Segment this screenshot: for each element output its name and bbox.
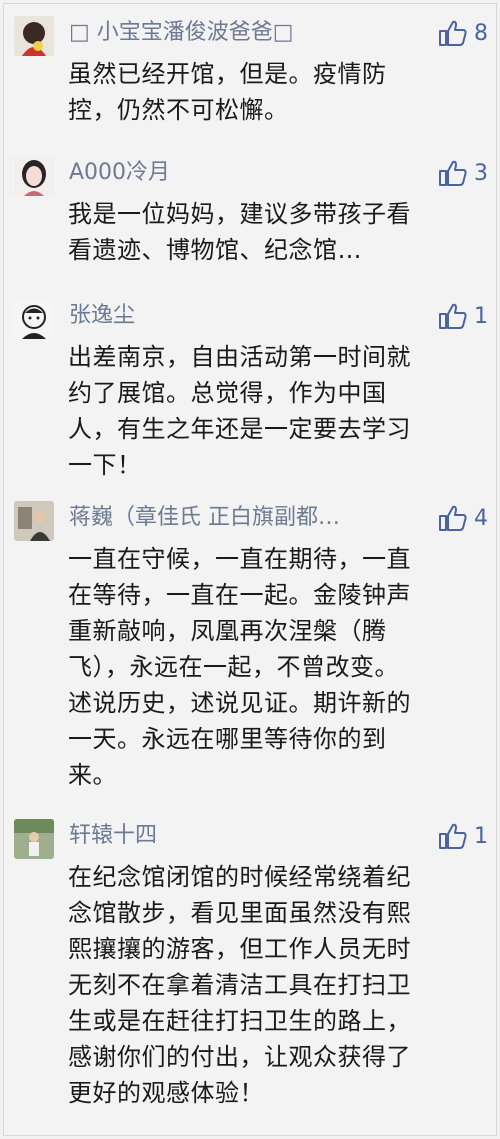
thumbs-up-icon (439, 20, 467, 46)
comment-line: 重新敲响，凤凰再次涅槃（腾 (68, 617, 387, 645)
comment-list: □ 小宝宝潘俊波爸爸□ 8 虽然已经开馆，但是。疫情防 控，仍然不可松懈。 A0… (3, 3, 497, 1136)
comment-text: 虽然已经开馆，但是。疫情防 控，仍然不可松懈。 (68, 56, 488, 128)
comment-line: 无刻不在拿着清洁工具在打扫卫 (68, 971, 411, 999)
avatar[interactable] (14, 819, 54, 859)
username[interactable]: □ 小宝宝潘俊波爸爸□ (69, 18, 409, 48)
comment-line: 感谢你们的付出，让观众获得了 (68, 1043, 411, 1071)
like-count: 3 (474, 160, 488, 186)
comment-line: 虽然已经开馆，但是。疫情防 (68, 60, 387, 88)
comment-line: 约了展馆。总觉得，作为中国 (68, 379, 387, 407)
thumbs-up-icon (439, 160, 467, 186)
like-button[interactable]: 4 (438, 503, 488, 533)
username[interactable]: 蒋巍（章佳氏 正白旗副都… (69, 503, 409, 533)
comment-text: 我是一位妈妈，建议多带孩子看 看遗迹、博物馆、纪念馆… (68, 196, 488, 268)
username[interactable]: 轩辕十四 (69, 821, 409, 851)
comment-line: 述说历史，述说见证。期许新的 (68, 689, 411, 717)
username[interactable]: 张逸尘 (69, 301, 409, 331)
like-button[interactable]: 1 (438, 821, 488, 851)
avatar-image (14, 299, 54, 339)
comment-line: 在等待，一直在一起。金陵钟声 (68, 581, 411, 609)
like-button[interactable]: 3 (438, 158, 488, 188)
thumbs-up-icon (439, 505, 467, 531)
comment-line: 出差南京，自由活动第一时间就 (68, 343, 411, 371)
avatar-image (14, 819, 54, 859)
comment-line: 一下！ (68, 451, 142, 479)
like-button[interactable]: 8 (438, 18, 488, 48)
comment-line: 一天。永远在哪里等待你的到 (68, 725, 387, 753)
like-count: 1 (474, 303, 488, 329)
comment-text: 一直在守候，一直在期待，一直 在等待，一直在一起。金陵钟声 重新敲响，凤凰再次涅… (68, 541, 488, 793)
avatar-image (14, 156, 54, 196)
comment-line: 飞），永远在一起，不曾改变。 (68, 653, 399, 681)
comment-line: 念馆散步，看见里面虽然没有熙 (68, 899, 411, 927)
avatar[interactable] (14, 16, 54, 56)
avatar-image (14, 16, 54, 56)
thumbs-up-icon (439, 303, 467, 329)
comment-line: 来。 (68, 761, 117, 789)
avatar[interactable] (14, 156, 54, 196)
thumbs-up-icon (439, 823, 467, 849)
comment-line: 我是一位妈妈，建议多带孩子看 (68, 200, 411, 228)
like-count: 4 (474, 505, 488, 531)
comment-line: 更好的观感体验！ (68, 1079, 264, 1107)
comment-text: 在纪念馆闭馆的时候经常绕着纪 念馆散步，看见里面虽然没有熙 熙攘攘的游客，但工作… (68, 859, 488, 1111)
comment-line: 看遗迹、博物馆、纪念馆… (68, 236, 362, 264)
like-button[interactable]: 1 (438, 301, 488, 331)
comment-line: 熙攘攘的游客，但工作人员无时 (68, 935, 411, 963)
avatar-image (14, 501, 54, 541)
comment-line: 一直在守候，一直在期待，一直 (68, 545, 411, 573)
username[interactable]: A000冷月 (69, 158, 409, 188)
comment-line: 控，仍然不可松懈。 (68, 96, 289, 124)
like-count: 8 (474, 20, 488, 46)
comment-line: 人，有生之年还是一定要去学习 (68, 415, 411, 443)
comment-line: 生或是在赶往打扫卫生的路上， (68, 1007, 411, 1035)
avatar[interactable] (14, 501, 54, 541)
comment-text: 出差南京，自由活动第一时间就 约了展馆。总觉得，作为中国 人，有生之年还是一定要… (68, 339, 488, 483)
avatar[interactable] (14, 299, 54, 339)
like-count: 1 (474, 823, 488, 849)
comment-line: 在纪念馆闭馆的时候经常绕着纪 (68, 863, 411, 891)
